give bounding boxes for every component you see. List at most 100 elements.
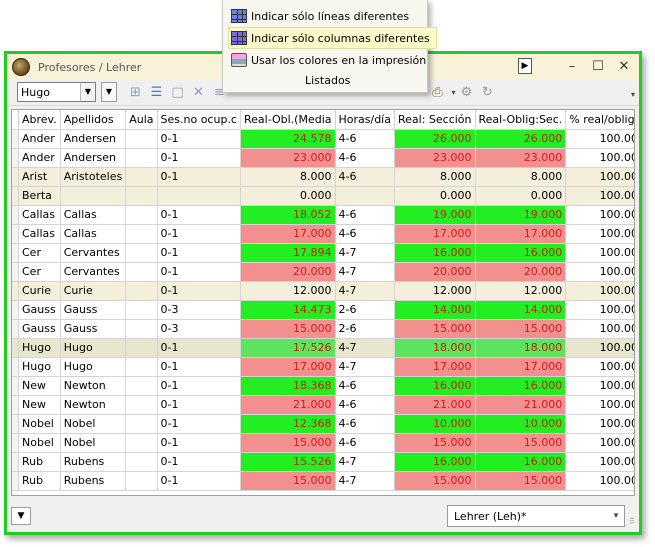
cell-aula[interactable] <box>125 224 158 244</box>
cell-abrev[interactable]: Arist <box>18 167 61 187</box>
cell-aula[interactable] <box>125 452 158 472</box>
cell-media[interactable]: 8.000 <box>240 167 336 187</box>
cell-oblig[interactable]: 15.000 <box>475 319 567 339</box>
cell-seccion[interactable]: 10.000 <box>394 414 476 434</box>
cell-pct[interactable]: 100.00 <box>565 414 634 434</box>
cell-seccion[interactable]: 0.000 <box>394 186 476 206</box>
cell-media[interactable]: 17.000 <box>240 357 336 377</box>
table-row[interactable]: Cer Cervantes 0-1 17.894 4-7 16.000 16.000 100.… <box>12 243 634 263</box>
cell-pct[interactable]: 100.00 <box>565 452 634 472</box>
cell-media[interactable]: 21.000 <box>240 395 336 415</box>
cell-ses[interactable]: 0-1 <box>157 376 241 396</box>
column-header[interactable]: Horas/día <box>335 110 395 130</box>
table-row[interactable]: Berta 0.000 0.000 0.000 100.00 <box>12 186 634 206</box>
cell-oblig[interactable]: 26.000 <box>475 129 567 149</box>
cell-aula[interactable] <box>125 338 158 358</box>
cell-apellidos[interactable]: Hugo <box>60 357 127 377</box>
cell-aula[interactable] <box>125 300 158 320</box>
column-header[interactable]: % real/oblig. <box>565 110 634 130</box>
menu-item-different-columns[interactable]: Indicar sólo columnas diferentes <box>228 27 437 49</box>
cell-seccion[interactable]: 23.000 <box>394 148 476 168</box>
cell-ses[interactable]: 0-1 <box>157 395 241 415</box>
cell-oblig[interactable]: 10.000 <box>475 414 567 434</box>
cell-horas[interactable]: 4-6 <box>335 414 395 434</box>
cell-apellidos[interactable] <box>60 186 127 206</box>
cell-pct[interactable]: 100.00 <box>565 471 634 491</box>
cell-abrev[interactable]: Curie <box>18 281 61 301</box>
settings-gear-icon[interactable]: ⚙ <box>458 84 475 101</box>
table-row[interactable]: Ander Andersen 0-1 23.000 4-6 23.000 23.000 100… <box>12 148 634 168</box>
view-selector[interactable]: Lehrer (Leh)* ▾ <box>447 505 625 527</box>
cell-pct[interactable]: 100.00 <box>565 376 634 396</box>
cell-ses[interactable]: 0-1 <box>157 452 241 472</box>
cell-abrev[interactable]: Berta <box>18 186 61 206</box>
cell-abrev[interactable]: Callas <box>18 205 61 225</box>
cell-media[interactable]: 12.000 <box>240 281 336 301</box>
cell-abrev[interactable]: Hugo <box>18 357 61 377</box>
cell-aula[interactable] <box>125 186 158 206</box>
table-row[interactable]: New Newton 0-1 21.000 4-6 21.000 21.000 100.00 <box>12 395 634 415</box>
cell-pct[interactable]: 100.00 <box>565 319 634 339</box>
cell-horas[interactable]: 4-6 <box>335 376 395 396</box>
cell-oblig[interactable]: 20.000 <box>475 262 567 282</box>
toolbar-overflow-icon[interactable]: ▾ <box>631 90 635 99</box>
menu-item-print-colors[interactable]: Usar los colores en la impresión <box>229 50 432 70</box>
table-row[interactable]: Nobel Nobel 0-1 15.000 4-6 15.000 15.000 100.00 <box>12 433 634 453</box>
cell-oblig[interactable]: 12.000 <box>475 281 567 301</box>
cell-ses[interactable]: 0-1 <box>157 262 241 282</box>
cell-apellidos[interactable]: Newton <box>60 395 127 415</box>
table-row[interactable]: Curie Curie 0-1 12.000 4-7 12.000 12.000 100.00 <box>12 281 634 301</box>
cell-abrev[interactable]: New <box>18 376 61 396</box>
cell-apellidos[interactable]: Curie <box>60 281 127 301</box>
column-header[interactable]: Apellidos <box>60 110 127 130</box>
cell-pct[interactable]: 100.00 <box>565 129 634 149</box>
table-row[interactable]: Nobel Nobel 0-1 12.368 4-6 10.000 10.000 100.00 <box>12 414 634 434</box>
table-row[interactable]: Rub Rubens 0-1 15.000 4-7 15.000 15.000 100.00 <box>12 471 634 491</box>
table-row[interactable]: Cer Cervantes 0-1 20.000 4-7 20.000 20.000 100.… <box>12 262 634 282</box>
table-row[interactable]: Ander Andersen 0-1 24.578 4-6 26.000 26.000 100… <box>12 129 634 149</box>
cell-horas[interactable]: 4-6 <box>335 205 395 225</box>
cell-abrev[interactable]: Cer <box>18 243 61 263</box>
cell-ses[interactable]: 0-1 <box>157 281 241 301</box>
play-arrow-icon[interactable]: ▶ <box>518 58 532 74</box>
cell-apellidos[interactable]: Callas <box>60 205 127 225</box>
cell-media[interactable]: 17.526 <box>240 338 336 358</box>
cell-ses[interactable]: 0-3 <box>157 300 241 320</box>
cell-apellidos[interactable]: Rubens <box>60 452 127 472</box>
cell-horas[interactable]: 4-6 <box>335 129 395 149</box>
options-dropdown-button[interactable]: ▼ <box>11 507 31 525</box>
cell-aula[interactable] <box>125 167 158 187</box>
cell-pct[interactable]: 100.00 <box>565 357 634 377</box>
cell-abrev[interactable]: Callas <box>18 224 61 244</box>
cell-horas[interactable]: 4-7 <box>335 243 395 263</box>
cell-seccion[interactable]: 20.000 <box>394 262 476 282</box>
cell-seccion[interactable]: 21.000 <box>394 395 476 415</box>
cell-abrev[interactable]: New <box>18 395 61 415</box>
cell-horas[interactable]: 4-6 <box>335 167 395 187</box>
cell-horas[interactable]: 2-6 <box>335 319 395 339</box>
cell-oblig[interactable]: 23.000 <box>475 148 567 168</box>
cell-apellidos[interactable]: Nobel <box>60 414 127 434</box>
cell-horas[interactable]: 4-7 <box>335 262 395 282</box>
cell-seccion[interactable]: 17.000 <box>394 357 476 377</box>
cell-pct[interactable]: 100.00 <box>565 300 634 320</box>
cell-media[interactable]: 17.000 <box>240 224 336 244</box>
table-row[interactable]: Hugo Hugo 0-1 17.000 4-7 17.000 17.000 100.00 <box>12 357 634 377</box>
cell-seccion[interactable]: 8.000 <box>394 167 476 187</box>
cell-oblig[interactable]: 14.000 <box>475 300 567 320</box>
cell-ses[interactable]: 0-1 <box>157 224 241 244</box>
cell-oblig[interactable]: 15.000 <box>475 471 567 491</box>
cell-pct[interactable]: 100.00 <box>565 224 634 244</box>
cell-ses[interactable]: 0-1 <box>157 167 241 187</box>
column-header[interactable]: Real: Sección <box>394 110 476 130</box>
filter-dropdown-button[interactable]: ▼ <box>101 82 117 102</box>
cell-apellidos[interactable]: Andersen <box>60 148 127 168</box>
cell-media[interactable]: 15.000 <box>240 433 336 453</box>
cell-aula[interactable] <box>125 433 158 453</box>
cell-ses[interactable]: 0-1 <box>157 414 241 434</box>
cell-abrev[interactable]: Hugo <box>18 338 61 358</box>
cell-pct[interactable]: 100.00 <box>565 338 634 358</box>
table-row[interactable]: Gauss Gauss 0-3 14.473 2-6 14.000 14.000 100.00 <box>12 300 634 320</box>
cell-oblig[interactable]: 16.000 <box>475 452 567 472</box>
cell-pct[interactable]: 100.00 <box>565 433 634 453</box>
